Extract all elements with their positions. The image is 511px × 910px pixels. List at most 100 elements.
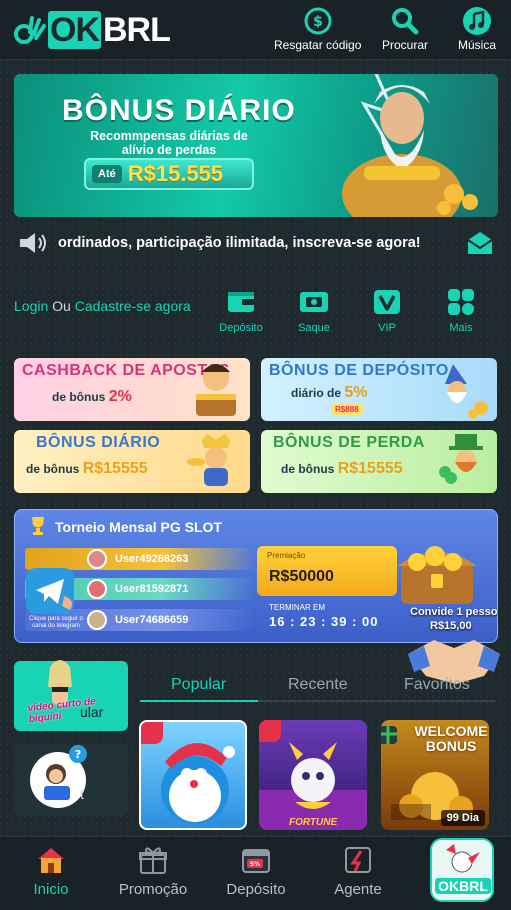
pirate-chest-illustration bbox=[196, 364, 236, 416]
promo-daily-card[interactable]: BÔNUS DIÁRIO de bônus R$15555 bbox=[14, 430, 250, 493]
rank-user-1: User49268263 bbox=[115, 553, 189, 565]
search-icon bbox=[392, 8, 419, 35]
nav-promotion-label: Promoção bbox=[118, 881, 188, 898]
auth-links: Login Ou Cadastre-se agora bbox=[14, 298, 191, 314]
promo-cashback-card[interactable]: CASHBACK DE APOSTAS de bônus 2% bbox=[14, 358, 250, 421]
promo-cashback-text: de bônus 2% bbox=[52, 388, 132, 405]
game-card-fortune-dragon[interactable]: FORTUNE bbox=[259, 720, 367, 830]
fortune-caption: FORTUNE bbox=[289, 817, 338, 828]
quick-more-button[interactable]: Mais bbox=[434, 288, 488, 334]
svg-text:5%: 5% bbox=[250, 861, 260, 868]
logo-ok-text: OK bbox=[48, 11, 101, 49]
music-label: Música bbox=[458, 38, 497, 52]
nav-deposit[interactable]: 5% Depósito bbox=[211, 845, 301, 898]
banner-amount-pill: Até R$15.555 bbox=[84, 158, 254, 190]
telegram-caption: Clique para seguir o canal do telegram bbox=[29, 616, 83, 629]
tab-popular[interactable]: Popular bbox=[171, 676, 226, 694]
wizard-illustration bbox=[445, 364, 488, 419]
quick-more-label: Mais bbox=[449, 322, 473, 334]
tab-underline bbox=[140, 700, 496, 702]
gift-box-icon bbox=[139, 847, 167, 874]
more-icon bbox=[448, 289, 474, 315]
quick-vip-button[interactable]: VIP bbox=[360, 288, 414, 334]
ends-label: TERMINAR EM bbox=[269, 603, 325, 612]
quick-vip-label: VIP bbox=[378, 322, 396, 334]
speaker-icon bbox=[20, 233, 46, 253]
game-tabs: Popular Recente Favoritos bbox=[140, 664, 496, 704]
wallet-icon bbox=[228, 292, 254, 312]
music-button[interactable]: Música bbox=[458, 6, 496, 52]
quick-deposit-label: Depósito bbox=[219, 322, 263, 334]
nav-promotion[interactable]: Promoção bbox=[108, 845, 198, 898]
svg-text:?: ? bbox=[75, 748, 81, 761]
ok-hand-icon bbox=[14, 16, 46, 44]
login-link[interactable]: Login bbox=[14, 298, 48, 314]
gift-icon bbox=[381, 726, 397, 744]
rank-user-2: User81592871 bbox=[115, 583, 189, 595]
app-badge-text: OKBRL bbox=[435, 878, 491, 894]
avatar bbox=[87, 610, 107, 630]
page: OK BRL $ Resgatar código Procurar Música… bbox=[0, 0, 511, 910]
avatar bbox=[87, 579, 107, 599]
mail-icon[interactable] bbox=[466, 230, 494, 256]
promo-deposit-title: BÔNUS DE DEPÓSITO bbox=[269, 362, 449, 379]
withdraw-icon bbox=[300, 292, 328, 312]
redeem-code-icon: $ bbox=[304, 7, 332, 35]
promo-daily-text: de bônus R$15555 bbox=[26, 460, 148, 477]
prize-label: Premiação bbox=[267, 551, 306, 560]
banner-title: BÔNUS DIÁRIO bbox=[62, 94, 296, 127]
welcome-bonus-caption: WELCOME BONUS bbox=[414, 723, 488, 754]
search-label: Procurar bbox=[382, 38, 429, 52]
zeus-illustration bbox=[342, 74, 478, 217]
daily-bonus-banner[interactable]: BÔNUS DIÁRIO Recommpensas diárias de alí… bbox=[14, 74, 498, 217]
redeem-code-label: Resgatar código bbox=[274, 38, 362, 52]
svg-text:$: $ bbox=[313, 14, 323, 30]
side-tab-popular-label: ular bbox=[80, 704, 104, 720]
side-tab-popular[interactable]: vídeo curto de biquíni ular bbox=[14, 660, 128, 731]
top-header: OK BRL $ Resgatar código Procurar Música bbox=[0, 0, 511, 60]
quick-withdraw-button[interactable]: Saque bbox=[287, 288, 341, 334]
telegram-float-button[interactable]: Clique para seguir o canal do telegram bbox=[24, 566, 83, 629]
quick-deposit-button[interactable]: Depósito bbox=[214, 288, 268, 334]
music-icon bbox=[463, 7, 491, 35]
telegram-icon bbox=[26, 568, 74, 614]
countdown: 16 : 23 : 39 : 00 bbox=[269, 614, 379, 629]
invite-line-1: Convide 1 pesso bbox=[410, 606, 498, 618]
or-text: Ou bbox=[52, 298, 71, 314]
avatar bbox=[87, 549, 107, 569]
redeem-code-button[interactable]: $ Resgatar código bbox=[274, 6, 361, 52]
logo-brl-text: BRL bbox=[103, 11, 171, 49]
tournament-title: Torneio Mensal PG SLOT bbox=[55, 519, 222, 535]
promo-deposit-card[interactable]: BÔNUS DE DEPÓSITO diário de 5% R$888 bbox=[261, 358, 497, 421]
promo-loss-title: BÔNUS DE PERDA bbox=[273, 434, 425, 451]
promo-loss-text: de bônus R$15555 bbox=[281, 460, 403, 477]
tab-recent[interactable]: Recente bbox=[288, 676, 348, 694]
banner-amount: R$15.555 bbox=[127, 161, 224, 186]
promo-loss-card[interactable]: BÔNUS DE PERDA de bônus R$15555 bbox=[261, 430, 497, 493]
nav-agent-label: Agente bbox=[334, 881, 382, 898]
invite-line-2: R$15,00 bbox=[430, 620, 472, 632]
tab-favorites[interactable]: Favoritos bbox=[404, 676, 470, 694]
banner-amount-prefix: Até bbox=[92, 165, 122, 183]
banner-subtitle: Recommpensas diárias de alívio de perdas bbox=[90, 129, 248, 157]
game-card-doraemon[interactable] bbox=[139, 720, 247, 830]
quick-withdraw-label: Saque bbox=[298, 322, 330, 334]
nav-agent[interactable]: Agente bbox=[313, 845, 403, 898]
register-link[interactable]: Cadastre-se agora bbox=[75, 298, 191, 314]
hot-badge bbox=[141, 722, 163, 744]
prize-value: R$50000 bbox=[269, 568, 334, 585]
nav-home-label: Inicio bbox=[33, 881, 69, 898]
promo-deposit-text: diário de 5% bbox=[291, 384, 368, 401]
announcement-marquee[interactable]: ordinados, participação ilimitada, inscr… bbox=[14, 226, 498, 260]
marquee-text: ordinados, participação ilimitada, inscr… bbox=[58, 235, 421, 251]
brand-logo[interactable]: OK BRL bbox=[12, 10, 171, 50]
promo-daily-title: BÔNUS DIÁRIO bbox=[36, 434, 161, 451]
nav-home[interactable]: Inicio bbox=[6, 845, 96, 898]
home-icon bbox=[38, 848, 64, 873]
side-tab-recent[interactable]: ? t bbox=[14, 744, 128, 816]
vip-icon bbox=[374, 290, 400, 314]
okbrl-app-float-button[interactable]: OKBRL bbox=[430, 838, 494, 902]
search-button[interactable]: Procurar bbox=[382, 6, 428, 52]
king-illustration bbox=[187, 434, 230, 486]
game-card-welcome-bonus[interactable]: WELCOME BONUS 99 Dia bbox=[381, 720, 489, 830]
